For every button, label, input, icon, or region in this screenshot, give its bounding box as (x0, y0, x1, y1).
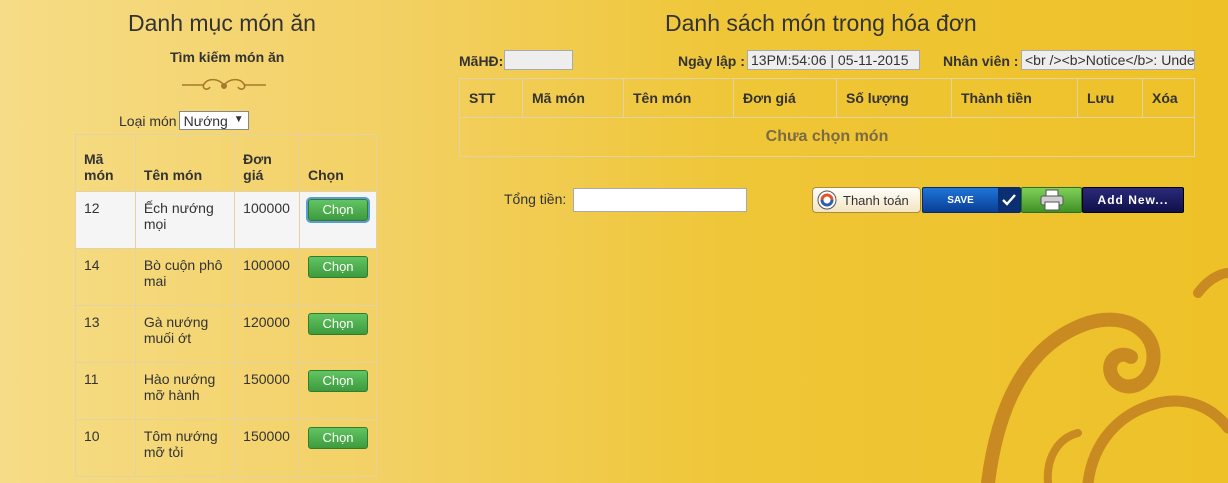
pay-button-label: Thanh toán (843, 192, 909, 208)
bill-table: STT Mã món Tên món Đơn giá Số lượng Thàn… (459, 78, 1195, 157)
column-header-select: Chọn (299, 134, 377, 192)
total-input[interactable] (573, 188, 747, 212)
save-button-label: SAVE (947, 194, 974, 206)
ornament-divider-icon (182, 78, 266, 90)
date-label: Ngày lập : (678, 53, 745, 69)
dish-name: Gà nướng muối ớt (134, 305, 236, 363)
empty-message: Chưa chọn món (459, 117, 1195, 157)
column-header-name: Tên món (134, 134, 236, 192)
dish-name: Ếch nướng mọi (134, 191, 236, 249)
dish-price: 150000 (234, 362, 300, 420)
printer-icon (1040, 189, 1063, 211)
bill-header-save: Lưu (1077, 78, 1143, 118)
table-row: 14 Bò cuộn phô mai 100000 Chọn (75, 248, 377, 306)
table-row: 10 Tôm nướng mỡ tỏi 150000 Chọn (75, 419, 377, 477)
dish-table-header: Mã món Tên món Đơn giá Chọn (75, 134, 377, 192)
column-header-id: Mã món (75, 134, 136, 192)
total-label: Tổng tiền: (504, 191, 567, 207)
bill-empty-row: Chưa chọn món (459, 117, 1195, 157)
table-row: 12 Ếch nướng mọi 100000 Chọn (75, 191, 377, 249)
dish-price: 120000 (234, 305, 300, 363)
dish-price: 100000 (234, 248, 300, 306)
swirl-decoration (981, 268, 1228, 483)
table-row: 13 Gà nướng muối ớt 120000 Chọn (75, 305, 377, 363)
select-dish-button[interactable]: Chọn (308, 370, 368, 392)
menu-title: Danh mục món ăn (128, 10, 316, 36)
print-button[interactable] (1021, 187, 1082, 213)
dropdown-arrow-icon: ▼ (233, 114, 244, 125)
bill-header-id: Mã món (522, 78, 624, 118)
invoice-id-label: MãHĐ: (459, 53, 504, 69)
column-header-price: Đơn giá (234, 134, 300, 192)
category-filter: Loại món Nướng ▼ (119, 111, 249, 130)
invoice-id-field[interactable] (504, 50, 573, 70)
category-select-value: Nướng (183, 112, 228, 129)
dish-id: 10 (75, 419, 136, 477)
dish-name: Tôm nướng mỡ tỏi (134, 419, 236, 477)
select-dish-button[interactable]: Chọn (308, 256, 368, 278)
bill-header-quantity: Số lượng (836, 78, 952, 118)
pay-button[interactable]: Thanh toán (812, 187, 921, 213)
payment-logo-icon (817, 190, 837, 210)
bill-header-total: Thành tiền (951, 78, 1078, 118)
select-dish-button[interactable]: Chọn (308, 199, 368, 221)
dish-id: 12 (75, 191, 136, 249)
staff-field[interactable]: <br /><b>Notice</b>: Unde (1021, 50, 1195, 70)
dish-id: 11 (75, 362, 136, 420)
select-dish-button[interactable]: Chọn (308, 427, 368, 449)
staff-label: Nhân viên : (943, 53, 1019, 69)
search-dish-label[interactable]: Tìm kiếm món ăn (170, 49, 284, 65)
dish-table: Mã món Tên món Đơn giá Chọn 12 Ếch nướng… (75, 134, 377, 477)
table-row: 11 Hào nướng mỡ hành 150000 Chọn (75, 362, 377, 420)
dish-id: 13 (75, 305, 136, 363)
select-dish-button[interactable]: Chọn (308, 313, 368, 335)
dish-id: 14 (75, 248, 136, 306)
bill-header-delete: Xóa (1142, 78, 1195, 118)
dish-name: Bò cuộn phô mai (134, 248, 236, 306)
bill-header-price: Đơn giá (733, 78, 837, 118)
checkmark-icon (998, 188, 1020, 212)
dish-price: 100000 (234, 191, 300, 249)
bill-header-name: Tên món (623, 78, 734, 118)
save-button[interactable]: SAVE (922, 187, 1021, 213)
category-label: Loại món (119, 112, 177, 129)
date-field[interactable]: 13PM:54:06 | 05-11-2015 (747, 50, 920, 70)
bill-title: Danh sách món trong hóa đơn (665, 10, 977, 36)
dish-name: Hào nướng mỡ hành (134, 362, 236, 420)
category-select[interactable]: Nướng ▼ (178, 111, 249, 130)
dish-price: 150000 (234, 419, 300, 477)
bill-header-stt: STT (459, 78, 523, 118)
bill-table-header: STT Mã món Tên món Đơn giá Số lượng Thàn… (459, 78, 1195, 118)
add-new-button[interactable]: Add New... (1082, 187, 1184, 213)
